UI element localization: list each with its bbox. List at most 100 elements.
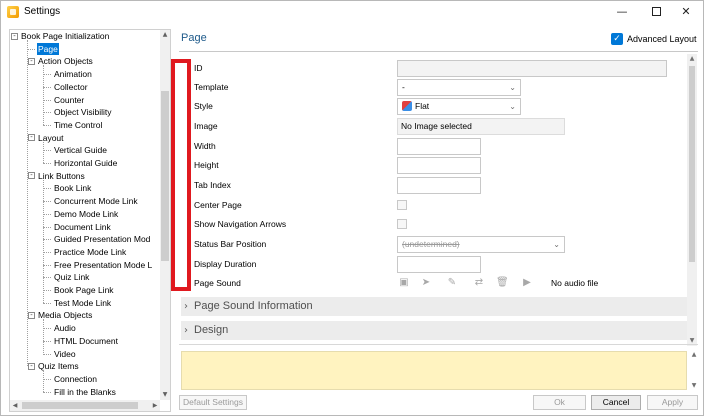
tree-connector <box>43 65 44 125</box>
advanced-layout-label: Advanced Layout <box>627 34 697 44</box>
play-step-icon[interactable]: ➤ <box>420 277 432 289</box>
height-field[interactable] <box>397 157 481 174</box>
tree-item[interactable]: Test Mode Link <box>53 297 112 309</box>
tree-scroll-thumb[interactable] <box>161 91 169 261</box>
collapse-icon[interactable]: - <box>11 32 18 40</box>
scroll-up-icon[interactable]: ▲ <box>687 54 697 64</box>
tree-horizontal-scrollbar[interactable]: ◀ ▶ <box>10 400 160 411</box>
scroll-down-icon[interactable]: ▼ <box>689 381 699 391</box>
scroll-up-icon[interactable]: ▲ <box>689 350 699 360</box>
tree-connector <box>43 264 51 266</box>
bottom-divider <box>179 344 698 345</box>
tree-item[interactable]: Time Control <box>53 119 103 131</box>
image-field[interactable]: No Image selected <box>397 118 565 135</box>
display-duration-field[interactable] <box>397 256 481 273</box>
collapse-icon[interactable]: - <box>28 311 35 319</box>
stop-icon[interactable]: ▣ <box>398 277 410 289</box>
tree-item[interactable]: Audio <box>53 322 77 334</box>
collapse-icon[interactable]: - <box>28 57 35 65</box>
style-dropdown[interactable]: Flat ⌄ <box>397 98 521 115</box>
tree-item-label: Counter <box>54 94 85 105</box>
play-circle-icon[interactable]: ▶ <box>521 277 533 289</box>
scroll-down-icon[interactable]: ▼ <box>160 390 170 400</box>
highlight-frame <box>171 59 191 291</box>
design-section[interactable]: › Design <box>181 321 687 340</box>
properties-vertical-scrollbar[interactable]: ▲ ▼ <box>687 54 697 346</box>
image-label: Image <box>194 121 218 131</box>
tree-connector <box>43 378 51 380</box>
tree-item-label: Fill in the Blanks <box>54 386 116 397</box>
tree-item[interactable]: Page <box>37 42 59 55</box>
tree-item[interactable]: Animation <box>53 68 93 80</box>
apply-button[interactable]: Apply <box>647 395 698 410</box>
tree-connector <box>43 74 51 76</box>
page-sound-information-section[interactable]: › Page Sound Information <box>181 297 687 316</box>
tree-item[interactable]: Counter <box>53 94 85 106</box>
tree-hscroll-thumb[interactable] <box>22 402 138 409</box>
show-nav-arrows-checkbox[interactable] <box>397 219 407 229</box>
tree-connector <box>27 40 28 367</box>
tree-item[interactable]: Connection <box>53 373 98 385</box>
tree-item[interactable]: Layout <box>37 132 65 144</box>
tree-item[interactable]: Book Link <box>53 182 92 194</box>
tree-connector <box>43 99 51 101</box>
tree-item[interactable]: Object Visibility <box>53 106 112 118</box>
scroll-up-icon[interactable]: ▲ <box>160 30 170 40</box>
settings-tree[interactable]: Book Page Initialization - Page Action Obje… <box>9 29 171 412</box>
collapse-icon[interactable]: - <box>28 134 35 142</box>
status-bar-value: (undetermined) <box>402 239 460 249</box>
tree-item-label: Demo Mode Link <box>54 208 119 219</box>
center-page-checkbox[interactable] <box>397 200 407 210</box>
template-dropdown[interactable]: - ⌄ <box>397 79 521 96</box>
tree-item[interactable]: Concurrent Mode Link <box>53 195 139 207</box>
tree-item[interactable]: Vertical Guide <box>53 144 108 156</box>
tree-item[interactable]: Demo Mode Link <box>53 208 119 220</box>
tree-item-label: Collector <box>54 81 88 92</box>
tree-item-label: Quiz Link <box>54 272 90 283</box>
id-field[interactable] <box>397 60 667 77</box>
tree-item[interactable]: Media Objects <box>37 309 93 321</box>
page-title: Page <box>181 32 207 44</box>
tree-item[interactable]: Book Page Link <box>53 284 115 296</box>
tree-item[interactable]: Fill in the Blanks <box>53 386 117 398</box>
tree-item[interactable]: HTML Document <box>53 335 119 347</box>
tree-item-label: Media Objects <box>38 310 93 321</box>
status-bar-dropdown[interactable]: (undetermined) ⌄ <box>397 236 565 253</box>
ok-button[interactable]: Ok <box>533 395 586 410</box>
tree-item[interactable]: Video <box>53 348 77 360</box>
tree-connector <box>43 163 51 164</box>
width-field[interactable] <box>397 138 481 155</box>
tree-item[interactable]: Quiz Link <box>53 271 90 283</box>
tree-item[interactable]: Horizontal Guide <box>53 157 118 169</box>
tree-item[interactable]: Practice Mode Link <box>53 246 127 258</box>
maximize-button[interactable] <box>639 1 673 23</box>
collapse-icon[interactable]: - <box>28 172 35 180</box>
tree-item[interactable]: Document Link <box>53 221 112 233</box>
header-divider <box>179 51 698 52</box>
tree-item-label: Link Buttons <box>38 170 85 181</box>
tree-vertical-scrollbar[interactable]: ▲ ▼ <box>160 30 170 400</box>
template-value: - <box>402 82 405 92</box>
chevron-down-icon: ⌄ <box>509 102 516 111</box>
trash-icon[interactable]: 🗑 <box>496 277 509 289</box>
tab-index-field[interactable] <box>397 177 481 194</box>
tree-item[interactable]: Book Page Initialization <box>20 30 110 42</box>
tree-item[interactable]: Link Buttons <box>37 170 86 182</box>
replace-icon[interactable]: ⇄ <box>473 277 485 289</box>
scroll-left-icon[interactable]: ◀ <box>10 400 20 411</box>
tree-item[interactable]: Free Presentation Mode L <box>53 259 153 271</box>
collapse-icon[interactable]: - <box>28 362 35 370</box>
tree-item-label: Object Visibility <box>54 107 112 118</box>
cancel-button[interactable]: Cancel <box>591 395 641 410</box>
minimize-button[interactable]: — <box>605 1 639 23</box>
close-button[interactable]: ✕ <box>669 1 703 23</box>
default-settings-button[interactable]: Default Settings <box>179 395 247 410</box>
edit-pencil-icon[interactable]: ✎ <box>446 277 458 289</box>
tree-item[interactable]: Collector <box>53 81 89 93</box>
properties-scroll-thumb[interactable] <box>689 66 695 262</box>
display-duration-label: Display Duration <box>194 259 257 269</box>
tree-item[interactable]: Guided Presentation Mod <box>53 233 151 245</box>
app-icon <box>7 6 19 18</box>
tree-item[interactable]: Action Objects <box>37 55 94 67</box>
scroll-right-icon[interactable]: ▶ <box>150 400 160 411</box>
